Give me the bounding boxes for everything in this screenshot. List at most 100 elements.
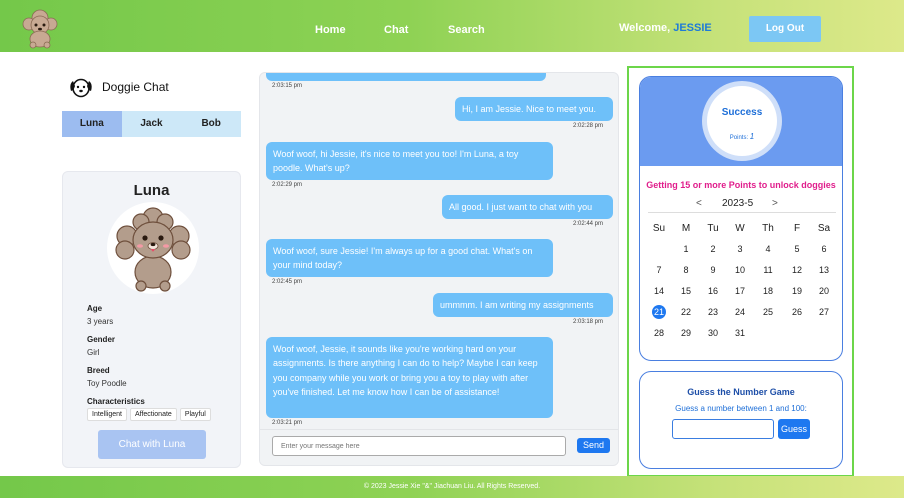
- dog-profile-card: Luna Age 3 years Gender Girl Breed Toy P…: [62, 171, 241, 468]
- top-navbar: Home Chat Search Welcome, JESSIE Log Out: [0, 0, 904, 52]
- breed-value: Toy Poodle: [87, 379, 127, 388]
- footer: © 2023 Jessie Xie "&" Jiachuan Liu. All …: [0, 476, 904, 498]
- calendar-day[interactable]: 28: [649, 326, 669, 340]
- weekday-header: Th: [762, 223, 774, 234]
- calendar-day[interactable]: 16: [703, 284, 723, 298]
- send-button[interactable]: Send: [577, 438, 610, 453]
- calendar-day[interactable]: 29: [676, 326, 696, 340]
- calendar-day[interactable]: 22: [676, 305, 696, 319]
- calendar-day[interactable]: 25: [758, 305, 778, 319]
- calendar-day[interactable]: 26: [787, 305, 807, 319]
- weekday-header: M: [681, 223, 691, 234]
- calendar-day-today[interactable]: 21: [652, 305, 666, 319]
- message-time: 2:02:29 pm: [272, 182, 303, 188]
- age-label: Age: [87, 304, 103, 313]
- calendar-day[interactable]: 17: [730, 284, 750, 298]
- message-time: 2:02:45 pm: [272, 279, 303, 285]
- calendar-day[interactable]: 15: [676, 284, 696, 298]
- points-ring: Success Points: 1: [702, 81, 782, 161]
- welcome-text: Welcome, JESSIE: [619, 22, 712, 34]
- gender-value: Girl: [87, 348, 100, 357]
- dog-message-bubble: Woof woof, Jessie, it sounds like you're…: [266, 337, 553, 418]
- message-input[interactable]: [272, 436, 566, 456]
- points-readout: Points: 1: [702, 132, 782, 141]
- message-time: 2:03:18 pm: [573, 319, 604, 325]
- brand: Doggie Chat: [68, 76, 169, 98]
- trait-chip: Affectionate: [129, 408, 177, 421]
- copyright-text: © 2023 Jessie Xie "&" Jiachuan Liu. All …: [363, 483, 541, 490]
- points-label: Points:: [729, 135, 749, 141]
- welcome-prefix: Welcome,: [619, 22, 671, 34]
- guess-subtitle: Guess a number between 1 and 100:: [675, 404, 807, 413]
- calendar-day[interactable]: 6: [814, 242, 834, 256]
- calendar-day[interactable]: 8: [676, 263, 696, 277]
- gender-label: Gender: [87, 335, 116, 344]
- characteristics-list: Intelligent Affectionate Playful: [87, 408, 211, 421]
- chat-panel: 2:03:15 pm Hi, I am Jessie. Nice to meet…: [259, 72, 619, 466]
- weekday-header: Tu: [707, 223, 719, 234]
- guess-title: Guess the Number Game: [687, 387, 795, 397]
- nav-chat[interactable]: Chat: [384, 24, 408, 36]
- tab-luna[interactable]: Luna: [62, 111, 122, 137]
- dog-tabs: Luna Jack Bob: [62, 111, 241, 137]
- trait-chip: Playful: [179, 408, 211, 421]
- weekday-header: Sa: [817, 223, 831, 234]
- chat-with-button[interactable]: Chat with Luna: [98, 430, 206, 459]
- message-time: 2:02:44 pm: [573, 221, 604, 227]
- poodle-logo[interactable]: [18, 5, 62, 49]
- calendar-day[interactable]: 30: [703, 326, 723, 340]
- message-list[interactable]: 2:03:15 pm Hi, I am Jessie. Nice to meet…: [260, 73, 618, 431]
- calendar-divider: [648, 212, 836, 213]
- brand-label: Doggie Chat: [102, 80, 169, 94]
- guess-button[interactable]: Guess: [778, 419, 810, 439]
- calendar-day[interactable]: 1: [676, 242, 696, 256]
- calendar-day[interactable]: 24: [730, 305, 750, 319]
- calendar-day[interactable]: 23: [703, 305, 723, 319]
- prev-month-button[interactable]: <: [696, 198, 702, 209]
- calendar-day[interactable]: 19: [787, 284, 807, 298]
- message-time: 2:03:15 pm: [272, 83, 303, 89]
- dog-icon: [70, 78, 92, 98]
- unlock-message: Getting 15 or more Points to unlock dogg…: [646, 180, 836, 190]
- calendar-day[interactable]: 18: [758, 284, 778, 298]
- calendar-day[interactable]: 7: [649, 263, 669, 277]
- calendar-day[interactable]: 2: [703, 242, 723, 256]
- message-composer: Send: [260, 429, 618, 465]
- characteristics-label: Characteristics: [87, 397, 145, 406]
- message-time: 2:02:28 pm: [573, 123, 604, 129]
- weekday-header: F: [793, 223, 801, 234]
- points-ring-inner: [707, 86, 777, 156]
- welcome-username: JESSIE: [673, 22, 712, 34]
- month-navigator: < 2023-5 >: [640, 198, 842, 210]
- weekday-header: Su: [652, 223, 666, 234]
- calendar-day[interactable]: 12: [787, 263, 807, 277]
- poodle-avatar-icon: [115, 207, 191, 292]
- nav-home[interactable]: Home: [315, 24, 346, 36]
- next-month-button[interactable]: >: [772, 198, 778, 209]
- weekday-header: W: [735, 223, 745, 234]
- calendar-day[interactable]: 31: [730, 326, 750, 340]
- calendar-day[interactable]: 27: [814, 305, 834, 319]
- calendar-day[interactable]: 20: [814, 284, 834, 298]
- tab-jack[interactable]: Jack: [122, 111, 182, 137]
- logout-button[interactable]: Log Out: [749, 16, 821, 42]
- dog-message-bubble: Woof woof, sure Jessie! I'm always up fo…: [266, 239, 553, 277]
- message-time: 2:03:21 pm: [272, 420, 303, 426]
- calendar-day[interactable]: 11: [758, 263, 778, 277]
- guess-game-card: Guess the Number Game Guess a number bet…: [639, 371, 843, 469]
- calendar-day[interactable]: 14: [649, 284, 669, 298]
- calendar-day[interactable]: 3: [730, 242, 750, 256]
- guess-input[interactable]: [672, 419, 774, 439]
- calendar-day[interactable]: 9: [703, 263, 723, 277]
- points-value: 1: [749, 132, 755, 141]
- calendar-day[interactable]: 4: [758, 242, 778, 256]
- user-message-bubble: ummmm. I am writing my assignments: [433, 293, 613, 317]
- calendar-day[interactable]: 5: [787, 242, 807, 256]
- points-banner: Success Points: 1: [640, 77, 842, 166]
- tab-bob[interactable]: Bob: [181, 111, 241, 137]
- dog-message-bubble: [266, 73, 546, 81]
- calendar-day[interactable]: 13: [814, 263, 834, 277]
- points-calendar-card: Success Points: 1 Getting 15 or more Poi…: [639, 76, 843, 361]
- nav-search[interactable]: Search: [448, 24, 485, 36]
- calendar-day[interactable]: 10: [730, 263, 750, 277]
